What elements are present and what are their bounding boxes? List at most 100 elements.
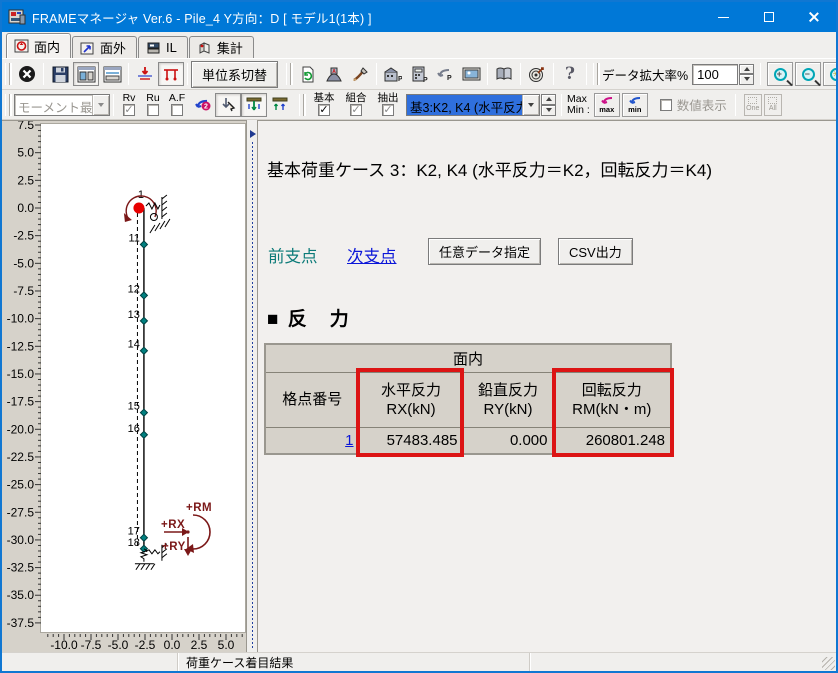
af-checkbox-box[interactable] — [171, 104, 183, 116]
max-icon: max — [599, 96, 614, 114]
window-report-button[interactable] — [99, 62, 125, 86]
support-toggle-fixed-button[interactable] — [241, 92, 267, 117]
numeric-display-checkbox[interactable]: 数値表示 — [659, 95, 727, 114]
load-display-button[interactable] — [132, 62, 158, 86]
toolbar-grip[interactable] — [593, 63, 599, 85]
node-link[interactable]: 1 — [345, 432, 353, 449]
svg-text:-7.5: -7.5 — [81, 638, 102, 652]
svg-text:-2.5: -2.5 — [13, 229, 34, 243]
result-type-select[interactable]: モーメント最大 — [14, 93, 110, 116]
show-max-button[interactable]: max — [593, 92, 620, 117]
basic-case-checkbox[interactable]: 基本 ✓ — [309, 93, 339, 116]
target-button[interactable] — [524, 62, 550, 86]
show-min-button[interactable]: min — [621, 92, 648, 117]
load-case-spinner[interactable] — [541, 93, 556, 116]
building-print-button[interactable]: P — [380, 62, 406, 86]
svg-text:-10.0: -10.0 — [7, 312, 35, 326]
tab-out-of-plane[interactable]: 面外 — [72, 36, 138, 58]
save-button[interactable] — [47, 62, 73, 86]
svg-text:0.0: 0.0 — [17, 201, 34, 215]
spin-down[interactable] — [739, 74, 755, 85]
col-header-rx: 水平反力 RX(kN) — [358, 371, 464, 428]
one-button[interactable]: One — [743, 93, 762, 116]
load-case-select[interactable]: 基3:K2, K4 (水平反力 — [406, 93, 540, 116]
next-support-link[interactable]: 次支点 — [347, 243, 397, 267]
extract-checkbox-box[interactable]: ✓ — [382, 104, 394, 116]
status-message: 荷重ケース着目結果 — [178, 653, 530, 671]
data-scale-spinner[interactable] — [739, 63, 755, 85]
close-button[interactable] — [791, 2, 836, 32]
arbitrary-data-button[interactable]: 任意データ指定 — [428, 238, 542, 265]
pane-splitter[interactable] — [246, 120, 258, 652]
basic-checkbox-box[interactable]: ✓ — [318, 104, 330, 116]
svg-text:-5.0: -5.0 — [13, 256, 34, 270]
min-icon: min — [628, 96, 642, 114]
svg-text:-37.5: -37.5 — [7, 616, 35, 630]
help-button[interactable]: ? — [557, 62, 583, 86]
tab-summary[interactable]: 集計 — [188, 36, 254, 58]
zoom-out-icon: − — [801, 67, 815, 81]
support-toggle-spring-button[interactable] — [267, 93, 293, 117]
support-display-button[interactable] — [158, 62, 184, 86]
rv-checkbox-box[interactable]: ✓ — [123, 104, 135, 116]
ru-checkbox[interactable]: Ru — [142, 93, 164, 116]
spin-up[interactable] — [739, 63, 755, 74]
svg-text:-12.5: -12.5 — [7, 339, 35, 353]
prev-support-link[interactable]: 前支点 — [268, 243, 318, 267]
svg-text:5.0: 5.0 — [17, 146, 34, 160]
tab-in-plane[interactable]: 面内 — [6, 33, 72, 58]
toolbar-grip[interactable] — [5, 93, 10, 116]
node-number-cell: 1 — [264, 426, 360, 455]
zoom-select-button[interactable]: ✳ — [823, 62, 836, 86]
rv-checkbox[interactable]: Rv ✓ — [118, 93, 140, 116]
toolbar-grip[interactable] — [299, 93, 304, 116]
minimize-button[interactable] — [701, 2, 746, 32]
window-layout-button[interactable] — [73, 62, 99, 86]
data-scale-input[interactable] — [692, 63, 739, 85]
toolbar-separator — [760, 63, 762, 85]
unit-switch-button[interactable]: 単位系切替 — [191, 60, 279, 88]
zoom-in-icon: + — [773, 67, 787, 81]
pick-button[interactable] — [215, 92, 241, 117]
spin-down[interactable] — [541, 104, 556, 116]
book-button[interactable] — [491, 62, 517, 86]
combined-checkbox-box[interactable]: ✓ — [350, 104, 362, 116]
maximize-button[interactable] — [746, 2, 791, 32]
image-window-button[interactable] — [458, 62, 484, 86]
dropdown-arrow-icon[interactable] — [92, 94, 109, 115]
spin-up[interactable] — [541, 93, 556, 105]
svg-text:2: 2 — [204, 103, 208, 110]
rv-label: Rv — [122, 92, 136, 104]
all-button[interactable]: All — [763, 93, 782, 116]
svg-text:-27.5: -27.5 — [7, 505, 35, 519]
extract-case-checkbox[interactable]: 抽出 ✓ — [373, 93, 403, 116]
numeric-display-label: 数値表示 — [676, 99, 727, 113]
title-bar: FRAMEマネージャ Ver.6 - Pile_4 Y方向：D [ モデル1(1… — [2, 2, 836, 32]
combined-case-checkbox[interactable]: 組合 ✓ — [341, 93, 371, 116]
toolbar-result: モーメント最大 Rv✓ Ru A.F 2 基本✓ 組合✓ 抽出✓ 基3:K2, … — [2, 90, 836, 120]
numeric-display-box[interactable] — [659, 98, 672, 111]
tab-label: 集計 — [216, 41, 243, 56]
exit-button[interactable] — [14, 62, 40, 86]
svg-text:7.5: 7.5 — [17, 121, 34, 132]
reaction-table: 面内 格点番号 水平反力 RX(kN) 鉛直反力 RY(kN) 回転反力 RM(kN・… — [264, 343, 672, 455]
resize-grip[interactable] — [822, 657, 835, 670]
toolbar-grip[interactable] — [286, 63, 292, 85]
ru-checkbox-box[interactable] — [147, 104, 159, 116]
zoom-out-button[interactable]: − — [795, 62, 822, 86]
refresh-document-button[interactable] — [295, 62, 321, 86]
edit-brush-button[interactable] — [347, 62, 373, 86]
dropdown-arrow-icon[interactable] — [522, 94, 539, 115]
af-checkbox[interactable]: A.F — [166, 93, 188, 116]
zoom-in-button[interactable]: + — [767, 62, 794, 86]
undo-print-button[interactable]: P — [432, 62, 458, 86]
tab-il[interactable]: IL — [138, 36, 188, 58]
stamp-button[interactable]: A — [321, 62, 347, 86]
csv-export-button[interactable]: CSV出力 — [558, 238, 633, 265]
toolbar-grip[interactable] — [5, 63, 10, 85]
redo-step2-button[interactable]: 2 — [189, 93, 215, 117]
svg-text:-20.0: -20.0 — [7, 422, 35, 436]
one-icon — [748, 97, 758, 104]
calculator-print-button[interactable]: P — [406, 62, 432, 86]
svg-text:-10.0: -10.0 — [50, 638, 78, 652]
